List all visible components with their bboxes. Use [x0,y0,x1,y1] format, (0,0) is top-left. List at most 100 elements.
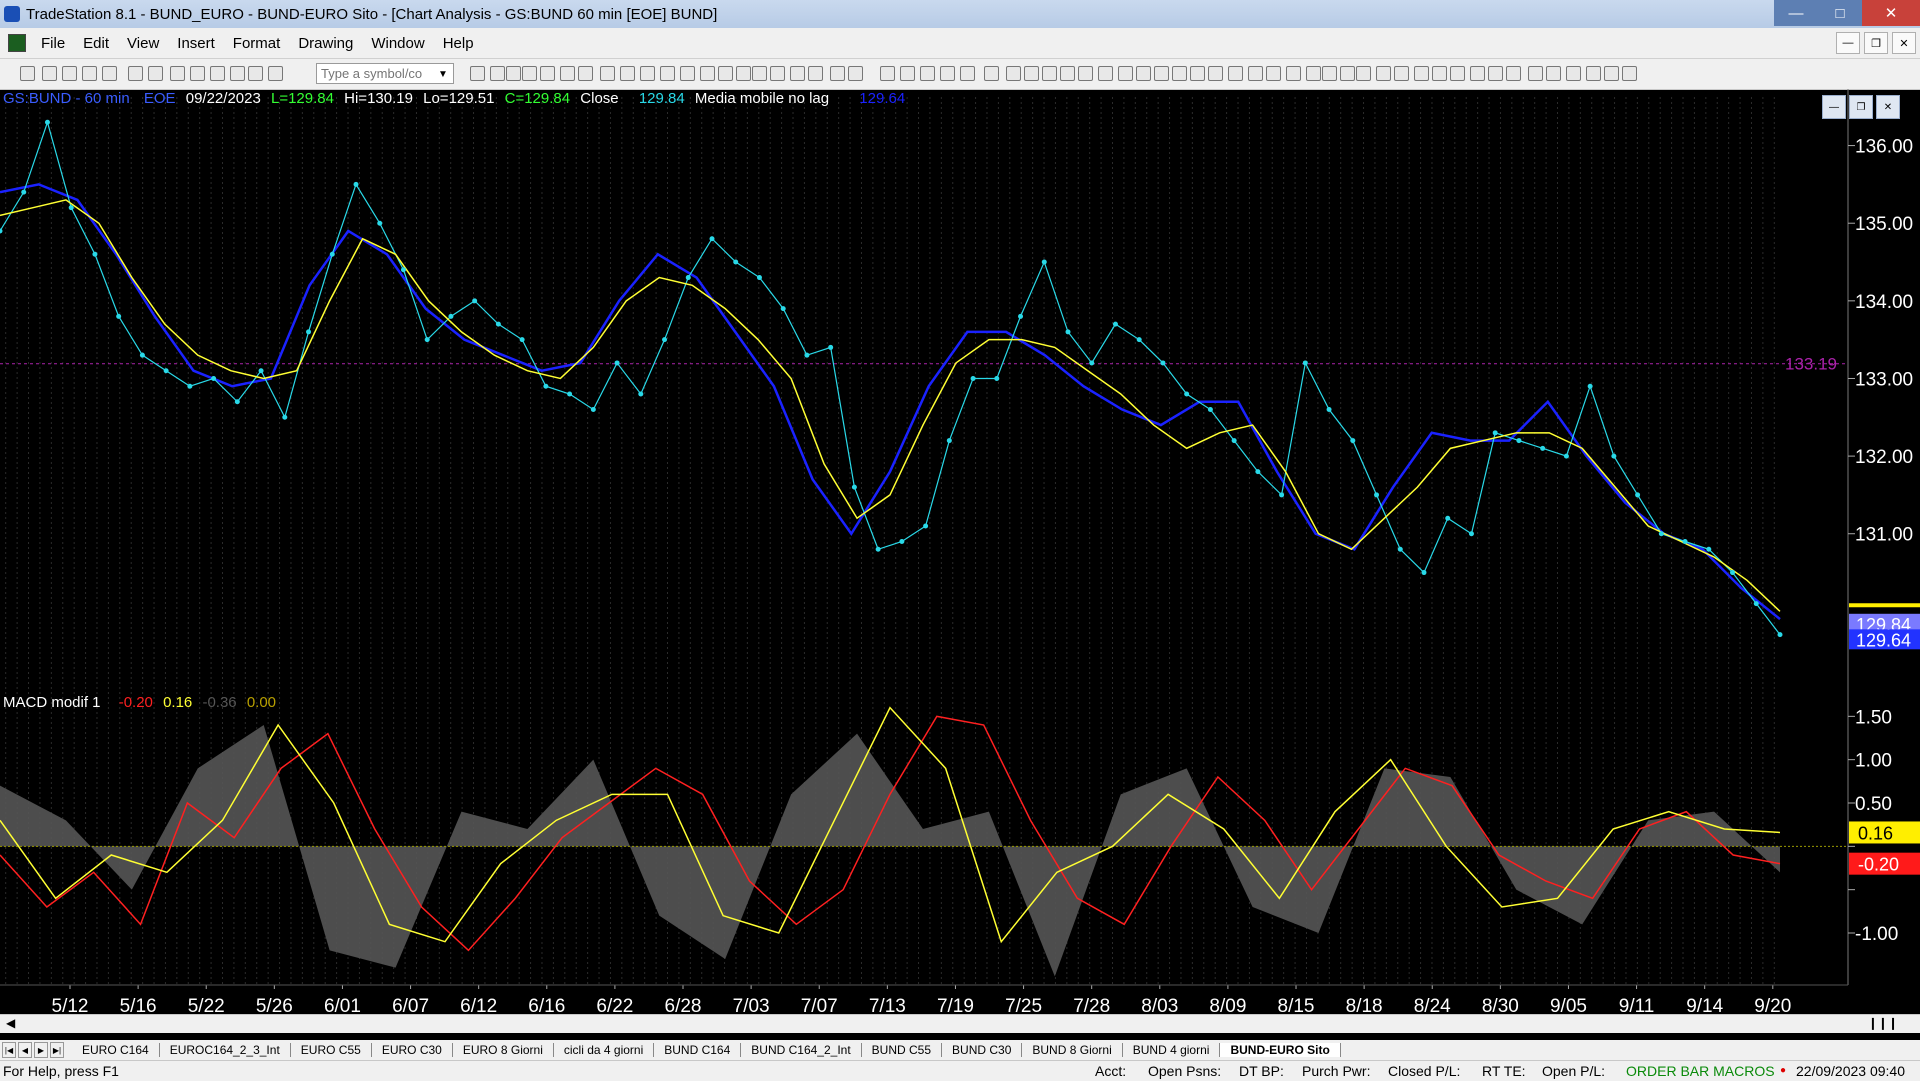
tab-first-icon[interactable]: |◀ [2,1042,16,1058]
toolbar-tool-icon-38[interactable] [960,66,975,81]
menu-window[interactable]: Window [362,35,433,52]
menu-file[interactable]: File [32,35,74,52]
toolbar-tool-icon-1[interactable] [42,66,57,81]
toolbar-tool-icon-58[interactable] [1340,66,1355,81]
menu-view[interactable]: View [118,35,168,52]
toolbar-tool-icon-37[interactable] [940,66,955,81]
horizontal-scrollbar[interactable]: ◀ ❙❙❙ [0,1014,1920,1033]
menu-edit[interactable]: Edit [74,35,118,52]
toolbar-tool-icon-55[interactable] [1286,66,1301,81]
toolbar-tool-icon-23[interactable] [660,66,675,81]
toolbar-tool-icon-0[interactable] [20,66,35,81]
tab-euro-c164[interactable]: EURO C164 [72,1043,160,1057]
toolbar-tool-icon-69[interactable] [1546,66,1561,81]
toolbar-tool-icon-71[interactable] [1586,66,1601,81]
toolbar-tool-icon-49[interactable] [1172,66,1187,81]
toolbar-tool-icon-44[interactable] [1078,66,1093,81]
toolbar-tool-icon-47[interactable] [1136,66,1151,81]
toolbar-tool-icon-30[interactable] [790,66,805,81]
toolbar-tool-icon-6[interactable] [148,66,163,81]
toolbar-tool-icon-56[interactable] [1306,66,1321,81]
toolbar-tool-icon-26[interactable] [718,66,733,81]
toolbar-tool-icon-15[interactable] [506,66,521,81]
toolbar-tool-icon-42[interactable] [1042,66,1057,81]
toolbar-tool-icon-51[interactable] [1208,66,1223,81]
scroll-left-icon[interactable]: ◀ [6,1016,15,1030]
tab-euroc164-2-3-int[interactable]: EUROC164_2_3_Int [160,1043,291,1057]
toolbar-tool-icon-24[interactable] [680,66,695,81]
tab-bund-euro-sito[interactable]: BUND-EURO Sito [1220,1043,1341,1057]
toolbar-tool-icon-12[interactable] [268,66,283,81]
tab-bund-c30[interactable]: BUND C30 [942,1043,1023,1057]
toolbar-tool-icon-67[interactable] [1506,66,1521,81]
toolbar-tool-icon-46[interactable] [1118,66,1133,81]
chart-restore-button[interactable]: ❐ [1849,95,1873,119]
tab-bund-c55[interactable]: BUND C55 [862,1043,943,1057]
toolbar-tool-icon-32[interactable] [830,66,845,81]
symbol-input[interactable] [316,63,454,84]
tab-next-icon[interactable]: ▶ [34,1042,48,1058]
toolbar-tool-icon-7[interactable] [170,66,185,81]
toolbar-tool-icon-3[interactable] [82,66,97,81]
symbol-dropdown-icon[interactable]: ▼ [438,69,448,80]
toolbar-tool-icon-35[interactable] [900,66,915,81]
toolbar-tool-icon-50[interactable] [1190,66,1205,81]
toolbar-tool-icon-34[interactable] [880,66,895,81]
toolbar-tool-icon-16[interactable] [522,66,537,81]
tab-bund-8-giorni[interactable]: BUND 8 Giorni [1022,1043,1123,1057]
mdi-minimize-button[interactable]: — [1836,32,1860,54]
toolbar-tool-icon-8[interactable] [190,66,205,81]
tab-euro-c30[interactable]: EURO C30 [372,1043,453,1057]
toolbar-tool-icon-61[interactable] [1394,66,1409,81]
toolbar-tool-icon-70[interactable] [1566,66,1581,81]
toolbar-tool-icon-43[interactable] [1060,66,1075,81]
menu-help[interactable]: Help [434,35,483,52]
toolbar-tool-icon-19[interactable] [578,66,593,81]
chart-minimize-button[interactable]: — [1822,95,1846,119]
toolbar-tool-icon-48[interactable] [1154,66,1169,81]
minimize-button[interactable]: — [1774,0,1818,26]
menu-format[interactable]: Format [224,35,290,52]
toolbar-tool-icon-14[interactable] [490,66,505,81]
tab-cicli-4-giorni[interactable]: cicli da 4 giorni [554,1043,655,1057]
toolbar-tool-icon-18[interactable] [560,66,575,81]
toolbar-tool-icon-52[interactable] [1228,66,1243,81]
tab-euro-8-giorni[interactable]: EURO 8 Giorni [453,1043,554,1057]
toolbar-tool-icon-13[interactable] [470,66,485,81]
toolbar-tool-icon-10[interactable] [230,66,245,81]
mdi-close-button[interactable]: ✕ [1892,32,1916,54]
toolbar-tool-icon-29[interactable] [770,66,785,81]
toolbar-tool-icon-31[interactable] [808,66,823,81]
toolbar-tool-icon-64[interactable] [1450,66,1465,81]
toolbar-tool-icon-20[interactable] [600,66,615,81]
toolbar-tool-icon-17[interactable] [540,66,555,81]
mdi-restore-button[interactable]: ❐ [1864,32,1888,54]
chart-close-button[interactable]: ✕ [1876,95,1900,119]
toolbar-tool-icon-9[interactable] [210,66,225,81]
toolbar-tool-icon-53[interactable] [1248,66,1263,81]
toolbar-tool-icon-57[interactable] [1322,66,1337,81]
toolbar-tool-icon-39[interactable] [984,66,999,81]
toolbar-tool-icon-62[interactable] [1414,66,1429,81]
tab-bund-c164[interactable]: BUND C164 [654,1043,742,1057]
toolbar-tool-icon-21[interactable] [620,66,635,81]
toolbar-tool-icon-11[interactable] [248,66,263,81]
menu-insert[interactable]: Insert [168,35,224,52]
chart-area[interactable]: 136.00 135.00 134.00 133.00 132.00 131.00 1.50… [0,89,1920,1052]
toolbar-tool-icon-36[interactable] [920,66,935,81]
toolbar-tool-icon-4[interactable] [102,66,117,81]
toolbar-tool-icon-2[interactable] [62,66,77,81]
toolbar-tool-icon-41[interactable] [1024,66,1039,81]
toolbar-tool-icon-66[interactable] [1488,66,1503,81]
scroll-thumb-icon[interactable]: ❙❙❙ [1868,1016,1898,1030]
toolbar-tool-icon-59[interactable] [1356,66,1371,81]
toolbar-tool-icon-25[interactable] [700,66,715,81]
menu-drawing[interactable]: Drawing [289,35,362,52]
tab-euro-c55[interactable]: EURO C55 [291,1043,372,1057]
toolbar-tool-icon-28[interactable] [752,66,767,81]
tab-bund-c164-2-int[interactable]: BUND C164_2_Int [741,1043,862,1057]
toolbar-tool-icon-72[interactable] [1604,66,1619,81]
status-macros[interactable]: ORDER BAR MACROS [1626,1063,1775,1079]
toolbar-tool-icon-45[interactable] [1098,66,1113,81]
toolbar-tool-icon-40[interactable] [1006,66,1021,81]
